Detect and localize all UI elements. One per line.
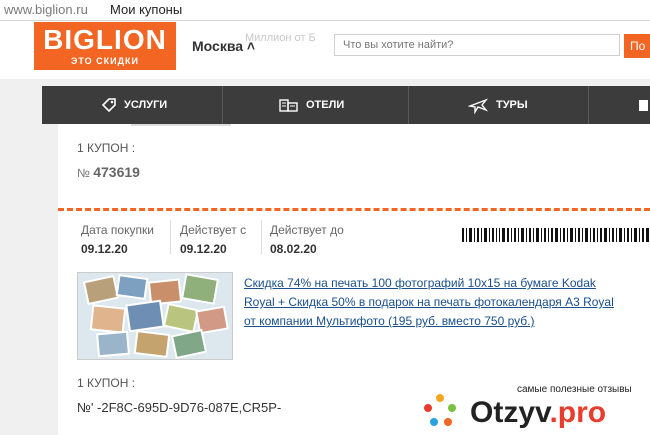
biglion-logo[interactable]: BIGLION ЭТО СКИДКИ xyxy=(34,22,176,70)
browser-titlebar: www.biglion.ru Мои купоны xyxy=(0,0,650,21)
nav-label-services: УСЛУГИ xyxy=(124,99,168,111)
offer-thumbnail[interactable] xyxy=(77,272,233,360)
coupon-number: № 473619 xyxy=(77,164,140,180)
coupon-code: №' -2F8C-695D-9D76-087E,CR5P- xyxy=(77,400,282,415)
valid-to-label: Действует до xyxy=(270,223,344,237)
card-top-strip xyxy=(131,124,231,126)
faded-header-text: Миллион от Б xyxy=(245,32,316,44)
nav-divider xyxy=(588,86,589,124)
page-title: Мои купоны xyxy=(110,2,183,17)
nav-label-tours: ТУРЫ xyxy=(496,99,528,111)
hotel-icon xyxy=(279,99,298,112)
tag-icon xyxy=(101,98,116,113)
purchase-date-value: 09.12.20 xyxy=(81,242,128,256)
otzyv-logo-icon xyxy=(424,394,456,426)
coupon-number-prefix: № xyxy=(77,166,90,180)
logo-tagline: ЭТО СКИДКИ xyxy=(70,56,139,66)
offer-description-link[interactable]: Скидка 74% на печать 100 фотографий 10х1… xyxy=(244,274,624,331)
nav-item-tours[interactable]: ТУРЫ xyxy=(468,86,588,124)
nav-divider xyxy=(408,86,409,124)
valid-from-label: Действует с xyxy=(180,223,247,237)
address-url[interactable]: www.biglion.ru xyxy=(4,2,88,17)
search-button[interactable]: По xyxy=(624,34,650,58)
valid-from-value: 09.12.20 xyxy=(180,242,227,256)
date-divider xyxy=(261,220,262,254)
dashed-divider xyxy=(58,208,650,211)
nav-item-services[interactable]: УСЛУГИ xyxy=(100,86,230,124)
bag-icon[interactable] xyxy=(638,96,648,112)
valid-to-value: 08.02.20 xyxy=(270,242,317,256)
nav-label-hotels: ОТЕЛИ xyxy=(306,99,345,111)
watermark-brand: Otzyv xyxy=(470,396,550,429)
date-divider xyxy=(170,220,171,254)
purchase-date-label: Дата покупки xyxy=(81,223,154,237)
otzyv-watermark: Otzyv.pro xyxy=(470,396,606,430)
watermark-brand-tld: .pro xyxy=(549,396,607,429)
plane-icon xyxy=(468,98,488,114)
coupon-count-label-2: 1 КУПОН : xyxy=(77,376,136,390)
logo-name: BIGLION xyxy=(43,24,167,55)
nav-item-hotels[interactable]: ОТЕЛИ xyxy=(278,86,398,124)
coupon-count-label: 1 КУПОН : xyxy=(77,141,136,155)
coupon-number-value: 473619 xyxy=(93,164,140,180)
nav-divider xyxy=(222,86,223,124)
barcode-icon xyxy=(462,228,649,242)
category-navbar: УСЛУГИ ОТЕЛИ ТУРЫ xyxy=(42,86,650,124)
watermark-subtitle: самые полезные отзывы xyxy=(517,384,632,395)
search-input[interactable] xyxy=(334,34,620,56)
